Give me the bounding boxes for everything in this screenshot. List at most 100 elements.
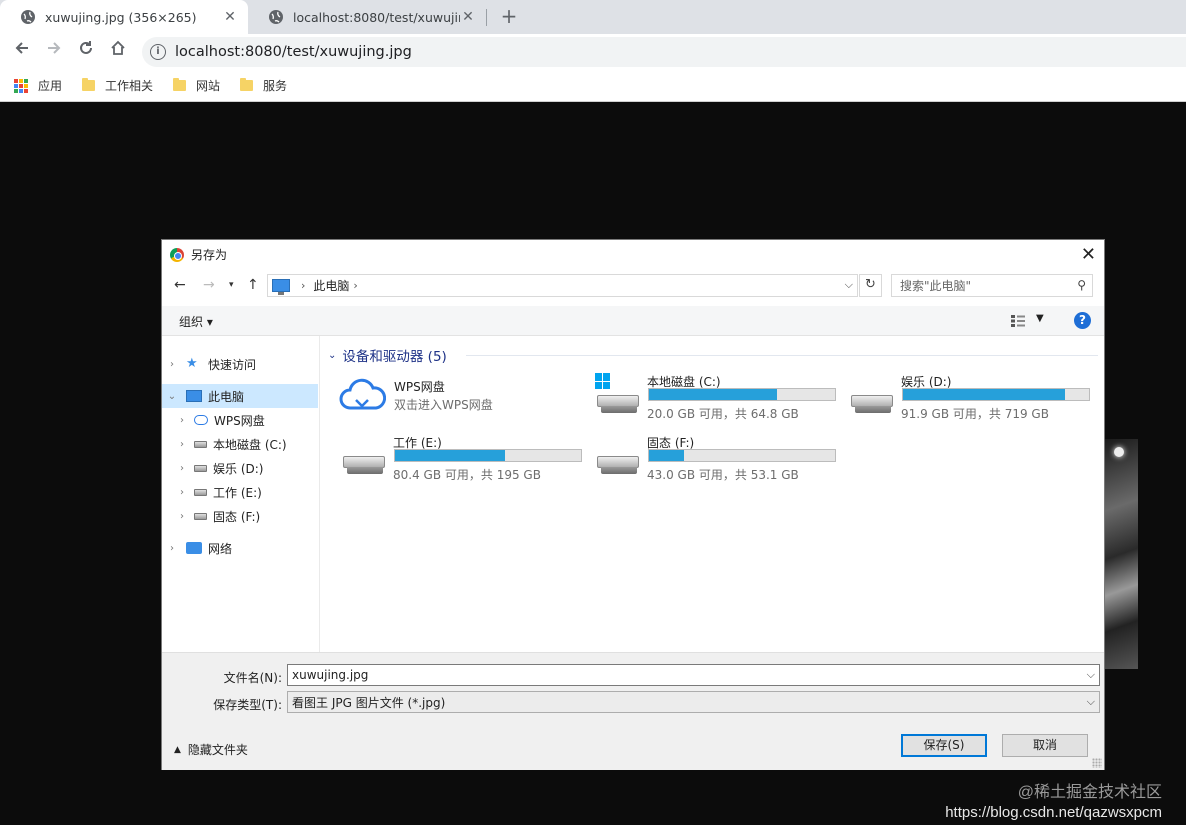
globe-icon xyxy=(21,10,35,24)
filename-field[interactable]: xuwujing.jpg ⌵ xyxy=(287,664,1100,686)
chevron-right-icon[interactable]: › xyxy=(176,487,188,498)
wps-subtitle: 双击进入WPS网盘 xyxy=(394,398,493,412)
navigation-pane: › ★ 快速访问 ⌄ 此电脑 › WPS网盘 › 本地磁盘 (C:) › 娱乐 … xyxy=(162,336,320,652)
filename-value: xuwujing.jpg xyxy=(292,668,369,682)
chevron-down-icon[interactable]: ⌄ xyxy=(328,350,336,361)
organize-menu[interactable]: 组织 ▾ xyxy=(179,313,213,330)
drive-e[interactable]: 工作 (E:) 80.4 GB 可用，共 195 GB xyxy=(343,434,593,489)
resize-grip[interactable] xyxy=(1092,758,1102,768)
tab-strip: xuwujing.jpg (356×265) ✕ localhost:8080/… xyxy=(0,0,1186,34)
dialog-title: 另存为 xyxy=(191,248,228,262)
close-icon[interactable]: ✕ xyxy=(1081,244,1096,265)
bookmark-sites[interactable]: 网站 xyxy=(173,77,220,94)
nav-item-quick-access[interactable]: › ★ 快速访问 xyxy=(162,352,318,376)
chevron-right-icon[interactable]: › xyxy=(166,359,178,370)
group-header-label: 设备和驱动器 (5) xyxy=(342,349,447,365)
save-button[interactable]: 保存(S) xyxy=(901,734,987,757)
help-icon[interactable]: ? xyxy=(1074,312,1091,329)
nav-label: 快速访问 xyxy=(208,357,257,372)
hdd-icon xyxy=(343,456,385,474)
tab-close-icon[interactable]: ✕ xyxy=(222,9,238,25)
chevron-right-icon[interactable]: › xyxy=(166,543,178,554)
chevron-down-icon[interactable]: ▼ xyxy=(1036,313,1044,324)
star-icon: ★ xyxy=(186,356,198,371)
nav-item-drive-d[interactable]: › 娱乐 (D:) xyxy=(162,456,318,480)
chrome-logo-icon xyxy=(170,247,184,262)
chevron-right-icon[interactable]: › xyxy=(353,279,357,292)
nav-label: 此电脑 xyxy=(208,389,245,404)
chevron-up-icon: ▲ xyxy=(174,744,181,755)
drive-icon xyxy=(194,488,207,496)
home-button[interactable] xyxy=(106,40,130,64)
location-bar[interactable]: › 此电脑 › ⌵ xyxy=(267,274,858,297)
bookmark-label: 工作相关 xyxy=(105,79,154,93)
chevron-right-icon[interactable]: › xyxy=(176,439,188,450)
back-button[interactable] xyxy=(10,40,34,64)
chevron-down-icon[interactable]: ⌄ xyxy=(166,391,178,402)
nav-item-this-pc[interactable]: ⌄ 此电脑 xyxy=(162,384,318,408)
chevron-right-icon[interactable]: › xyxy=(176,463,188,474)
apps-grid-icon xyxy=(14,78,28,93)
group-header[interactable]: ⌄ 设备和驱动器 (5) xyxy=(328,345,447,365)
hdd-icon xyxy=(597,456,639,474)
bookmark-services[interactable]: 服务 xyxy=(240,77,287,94)
this-pc-icon xyxy=(186,390,202,402)
tab-close-icon[interactable]: ✕ xyxy=(460,9,476,25)
bookmark-label: 服务 xyxy=(263,79,288,93)
nav-item-drive-f[interactable]: › 固态 (F:) xyxy=(162,504,318,528)
usage-bar xyxy=(902,388,1090,401)
nav-item-wps[interactable]: › WPS网盘 xyxy=(162,408,318,432)
new-tab-button[interactable]: + xyxy=(498,5,520,27)
address-bar[interactable]: i localhost:8080/test/xuwujing.jpg xyxy=(142,37,1186,67)
dialog-titlebar: 另存为 ✕ xyxy=(162,240,1104,269)
usage-fill xyxy=(649,389,778,400)
back-arrow-icon[interactable]: ← xyxy=(174,277,186,293)
reload-button[interactable] xyxy=(74,40,98,64)
recent-locations-icon[interactable]: ▾ xyxy=(229,280,234,290)
chevron-right-icon[interactable]: › xyxy=(176,511,188,522)
drive-d[interactable]: 娱乐 (D:) 91.9 GB 可用，共 719 GB xyxy=(851,373,1101,428)
url-text: localhost:8080/test/xuwujing.jpg xyxy=(175,44,412,60)
chevron-down-icon[interactable]: ⌵ xyxy=(845,278,853,292)
hide-folders-label: 隐藏文件夹 xyxy=(187,743,248,757)
dialog-address-row: ← → ▾ ↑ › 此电脑 › ⌵ ↻ 搜索"此电脑" ⚲ xyxy=(162,273,1104,299)
cancel-button[interactable]: 取消 xyxy=(1002,734,1088,757)
folder-icon xyxy=(173,78,187,91)
cloud-icon xyxy=(194,415,208,425)
tab-image[interactable]: xuwujing.jpg (356×265) ✕ xyxy=(0,0,248,34)
save-as-dialog: 另存为 ✕ ← → ▾ ↑ › 此电脑 › ⌵ ↻ 搜索"此电脑" ⚲ 组织 ▾… xyxy=(161,239,1105,770)
network-icon xyxy=(186,542,202,554)
search-input[interactable]: 搜索"此电脑" ⚲ xyxy=(891,274,1093,297)
refresh-button[interactable]: ↻ xyxy=(859,274,882,297)
reload-icon xyxy=(80,41,92,54)
bookmark-work[interactable]: 工作相关 xyxy=(82,77,153,94)
usage-fill xyxy=(903,389,1065,400)
chevron-down-icon[interactable]: ⌵ xyxy=(1087,668,1095,682)
drive-icon xyxy=(194,512,207,520)
forward-arrow-icon[interactable]: → xyxy=(203,277,215,293)
chevron-down-icon[interactable]: ⌵ xyxy=(1087,695,1095,709)
info-icon[interactable]: i xyxy=(150,44,166,60)
wps-cloud-item[interactable]: WPS网盘 双击进入WPS网盘 xyxy=(338,376,578,416)
tab-localhost[interactable]: localhost:8080/test/xuwujing.t ✕ xyxy=(248,0,486,34)
forward-button[interactable] xyxy=(42,40,66,64)
bookmark-label: 应用 xyxy=(38,79,63,93)
bookmark-label: 网站 xyxy=(196,79,221,93)
filetype-select[interactable]: 看图王 JPG 图片文件 (*.jpg) ⌵ xyxy=(287,691,1100,713)
drive-f[interactable]: 固态 (F:) 43.0 GB 可用，共 53.1 GB xyxy=(597,434,847,489)
chevron-right-icon[interactable]: › xyxy=(301,279,305,292)
drive-space: 80.4 GB 可用，共 195 GB xyxy=(393,468,541,482)
nav-item-drive-e[interactable]: › 工作 (E:) xyxy=(162,480,318,504)
tab-title: xuwujing.jpg (356×265) xyxy=(45,9,197,25)
bookmark-apps[interactable]: 应用 xyxy=(14,77,62,94)
hide-folders-toggle[interactable]: ▲ 隐藏文件夹 xyxy=(174,741,248,758)
nav-item-drive-c[interactable]: › 本地磁盘 (C:) xyxy=(162,432,318,456)
back-arrow-icon xyxy=(15,42,28,54)
nav-item-network[interactable]: › 网络 xyxy=(162,536,318,560)
up-arrow-icon[interactable]: ↑ xyxy=(247,277,259,293)
bookmarks-bar: 应用 工作相关 网站 服务 xyxy=(0,70,1186,102)
drive-c[interactable]: 本地磁盘 (C:) 20.0 GB 可用，共 64.8 GB xyxy=(595,373,847,428)
group-divider xyxy=(466,355,1098,356)
chevron-right-icon[interactable]: › xyxy=(176,415,188,426)
view-options-icon[interactable] xyxy=(1010,314,1026,328)
